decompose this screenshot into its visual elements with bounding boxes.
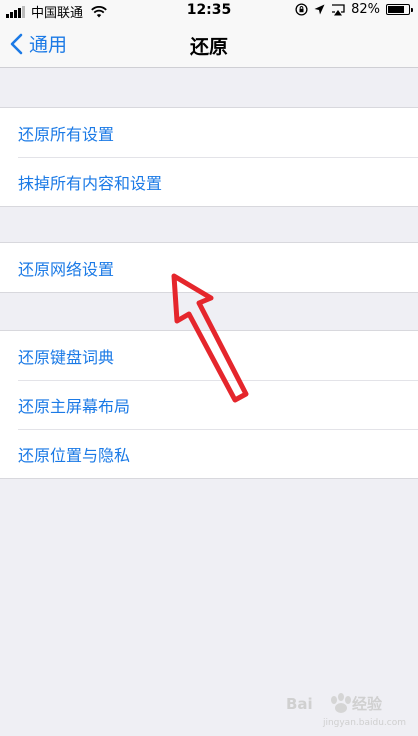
reset-home-screen-layout-row[interactable]: 还原主屏幕布局	[0, 380, 418, 429]
reset-group-1: 还原所有设置 抹掉所有内容和设置	[0, 107, 418, 207]
svg-text:经验: 经验	[352, 695, 383, 713]
reset-network-settings-row[interactable]: 还原网络设置	[0, 243, 418, 292]
reset-group-3: 还原键盘词典 还原主屏幕布局 还原位置与隐私	[0, 330, 418, 479]
page-title: 还原	[189, 36, 228, 58]
svg-text:Bai: Bai	[286, 695, 313, 713]
baidu-paw-logo: Bai 经验	[286, 693, 383, 713]
reset-keyboard-dictionary-row[interactable]: 还原键盘词典	[0, 331, 418, 380]
erase-all-content-row[interactable]: 抹掉所有内容和设置	[0, 157, 418, 206]
navigation-bar: 通用 还原	[0, 20, 418, 68]
reset-group-2: 还原网络设置	[0, 242, 418, 293]
battery-fill	[388, 6, 405, 13]
watermark-url: jingyan.baidu.com	[322, 718, 406, 728]
battery-icon	[386, 4, 413, 15]
airplay-icon	[332, 3, 345, 15]
location-icon	[314, 4, 325, 15]
orientation-lock-icon	[295, 3, 308, 16]
watermark: Bai 经验 jingyan.baidu.com	[286, 692, 406, 728]
reset-all-settings-row[interactable]: 还原所有设置	[0, 108, 418, 157]
reset-location-privacy-row[interactable]: 还原位置与隐私	[0, 429, 418, 478]
status-right: 82%	[295, 2, 413, 17]
status-bar: 中国联通 12:35 82%	[0, 0, 418, 21]
battery-percent: 82%	[351, 2, 380, 17]
